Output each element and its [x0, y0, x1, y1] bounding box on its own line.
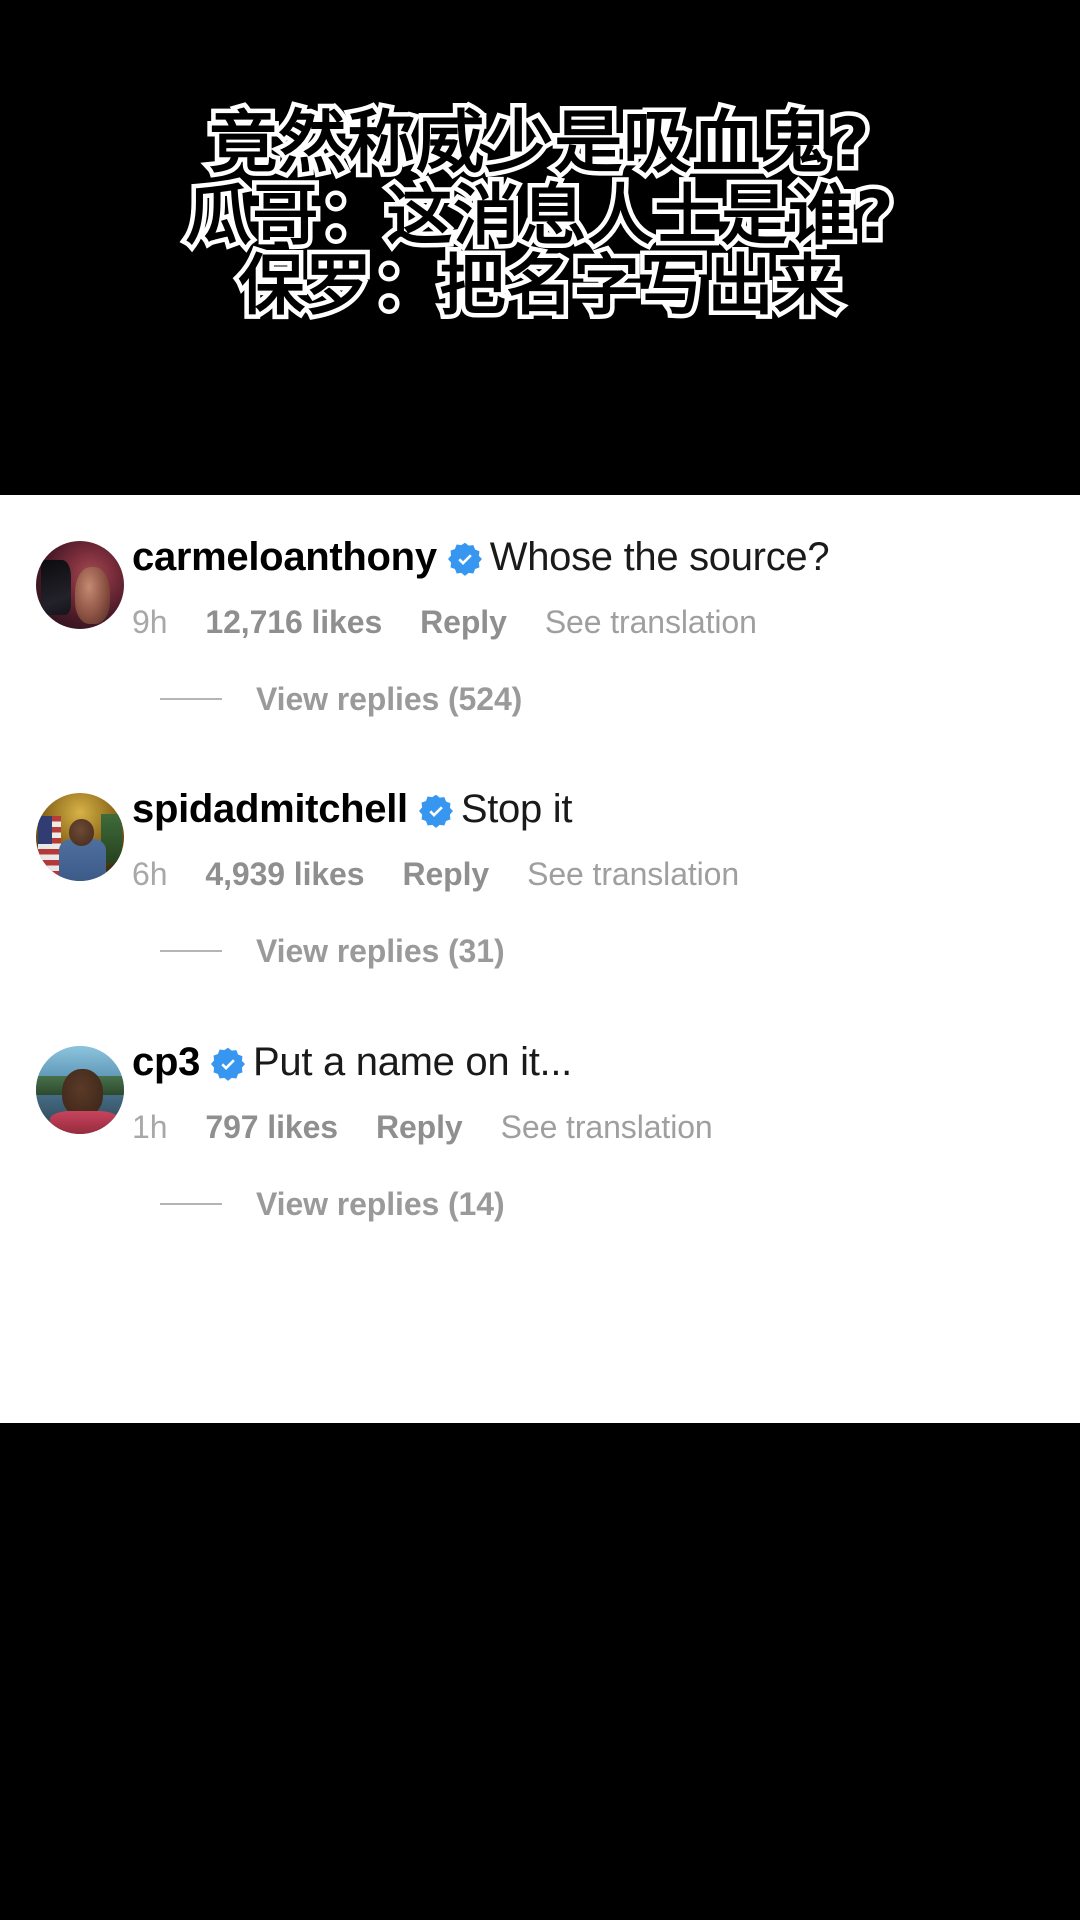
comment-item: spidadmitchell Stop it 6h 4,939 likes Re…: [0, 787, 1080, 970]
comment-text: Stop it: [460, 787, 573, 831]
avatar-detail-shirt: [50, 1111, 119, 1134]
caption-line-3: 保罗：把名字写出来: [234, 246, 845, 325]
comment-meta-row: 6h 4,939 likes Reply See translation: [132, 856, 1040, 893]
view-replies-button[interactable]: View replies (524): [256, 681, 522, 718]
view-replies-row[interactable]: View replies (14): [160, 1186, 1080, 1223]
comment-main-row: cp3 Put a name on it... 1h 797 likes Rep…: [0, 1040, 1080, 1146]
comment-timestamp: 6h: [132, 855, 168, 892]
view-replies-button[interactable]: View replies (31): [256, 933, 505, 970]
replies-dash-divider: [160, 1203, 222, 1206]
comment-username[interactable]: carmeloanthony: [132, 535, 437, 580]
comment-meta-row: 1h 797 likes Reply See translation: [132, 1109, 1040, 1146]
comment-see-translation-button[interactable]: See translation: [501, 1109, 713, 1146]
comment-main-row: spidadmitchell Stop it 6h 4,939 likes Re…: [0, 787, 1080, 893]
comment-item: carmeloanthony Whose the source? 9h 12,7…: [0, 535, 1080, 718]
avatar-detail-face: [62, 1068, 103, 1117]
avatar-detail-head: [69, 819, 95, 846]
replies-dash-divider: [160, 950, 222, 953]
comment-text-row: cp3 Put a name on it...: [132, 1040, 1040, 1085]
comment-timestamp: 1h: [132, 1108, 168, 1145]
comment-reply-button[interactable]: Reply: [376, 1109, 463, 1146]
comment-text: Whose the source?: [489, 535, 830, 579]
caption-line-2: 瓜哥：这消息人士是谁?: [181, 176, 898, 255]
comment-likes-count[interactable]: 4,939 likes: [205, 856, 364, 893]
avatar-container[interactable]: [36, 541, 132, 629]
comment-likes-count[interactable]: 12,716 likes: [205, 604, 382, 641]
view-replies-button[interactable]: View replies (14): [256, 1186, 505, 1223]
instagram-comments-panel: carmeloanthony Whose the source? 9h 12,7…: [0, 495, 1080, 1423]
view-replies-row[interactable]: View replies (524): [160, 681, 1080, 718]
comment-likes-count[interactable]: 797 likes: [205, 1109, 338, 1146]
avatar-spidadmitchell[interactable]: [36, 793, 124, 881]
video-caption-overlay: 竟然称威少是吸血鬼? 瓜哥：这消息人士是谁? 保罗：把名字写出来: [0, 103, 1080, 326]
caption-line-1: 竟然称威少是吸血鬼?: [205, 103, 874, 184]
comment-main-row: carmeloanthony Whose the source? 9h 12,7…: [0, 535, 1080, 641]
avatar-detail-flag: [37, 815, 61, 878]
avatar-carmeloanthony[interactable]: [36, 541, 124, 629]
comment-meta-row: 9h 12,716 likes Reply See translation: [132, 604, 1040, 641]
comment-username[interactable]: spidadmitchell: [132, 787, 408, 832]
view-replies-row[interactable]: View replies (31): [160, 933, 1080, 970]
comment-body: cp3 Put a name on it... 1h 797 likes Rep…: [132, 1040, 1080, 1146]
avatar-container[interactable]: [36, 1046, 132, 1134]
comment-see-translation-button[interactable]: See translation: [527, 856, 739, 893]
comment-reply-button[interactable]: Reply: [420, 604, 507, 641]
replies-dash-divider: [160, 698, 222, 701]
avatar-cp3[interactable]: [36, 1046, 124, 1134]
comment-text: Put a name on it...: [253, 1040, 572, 1084]
comment-text-row: carmeloanthony Whose the source?: [132, 535, 1040, 580]
verified-badge-icon: [418, 794, 453, 829]
comment-reply-button[interactable]: Reply: [402, 856, 489, 893]
comment-body: spidadmitchell Stop it 6h 4,939 likes Re…: [132, 787, 1080, 893]
comment-see-translation-button[interactable]: See translation: [545, 604, 757, 641]
verified-badge-icon: [447, 542, 482, 577]
comment-body: carmeloanthony Whose the source? 9h 12,7…: [132, 535, 1080, 641]
comment-item: cp3 Put a name on it... 1h 797 likes Rep…: [0, 1040, 1080, 1223]
verified-badge-icon: [211, 1047, 246, 1082]
comment-timestamp: 9h: [132, 603, 168, 640]
comment-text-row: spidadmitchell Stop it: [132, 787, 1040, 832]
avatar-container[interactable]: [36, 793, 132, 881]
comment-username[interactable]: cp3: [132, 1040, 200, 1085]
